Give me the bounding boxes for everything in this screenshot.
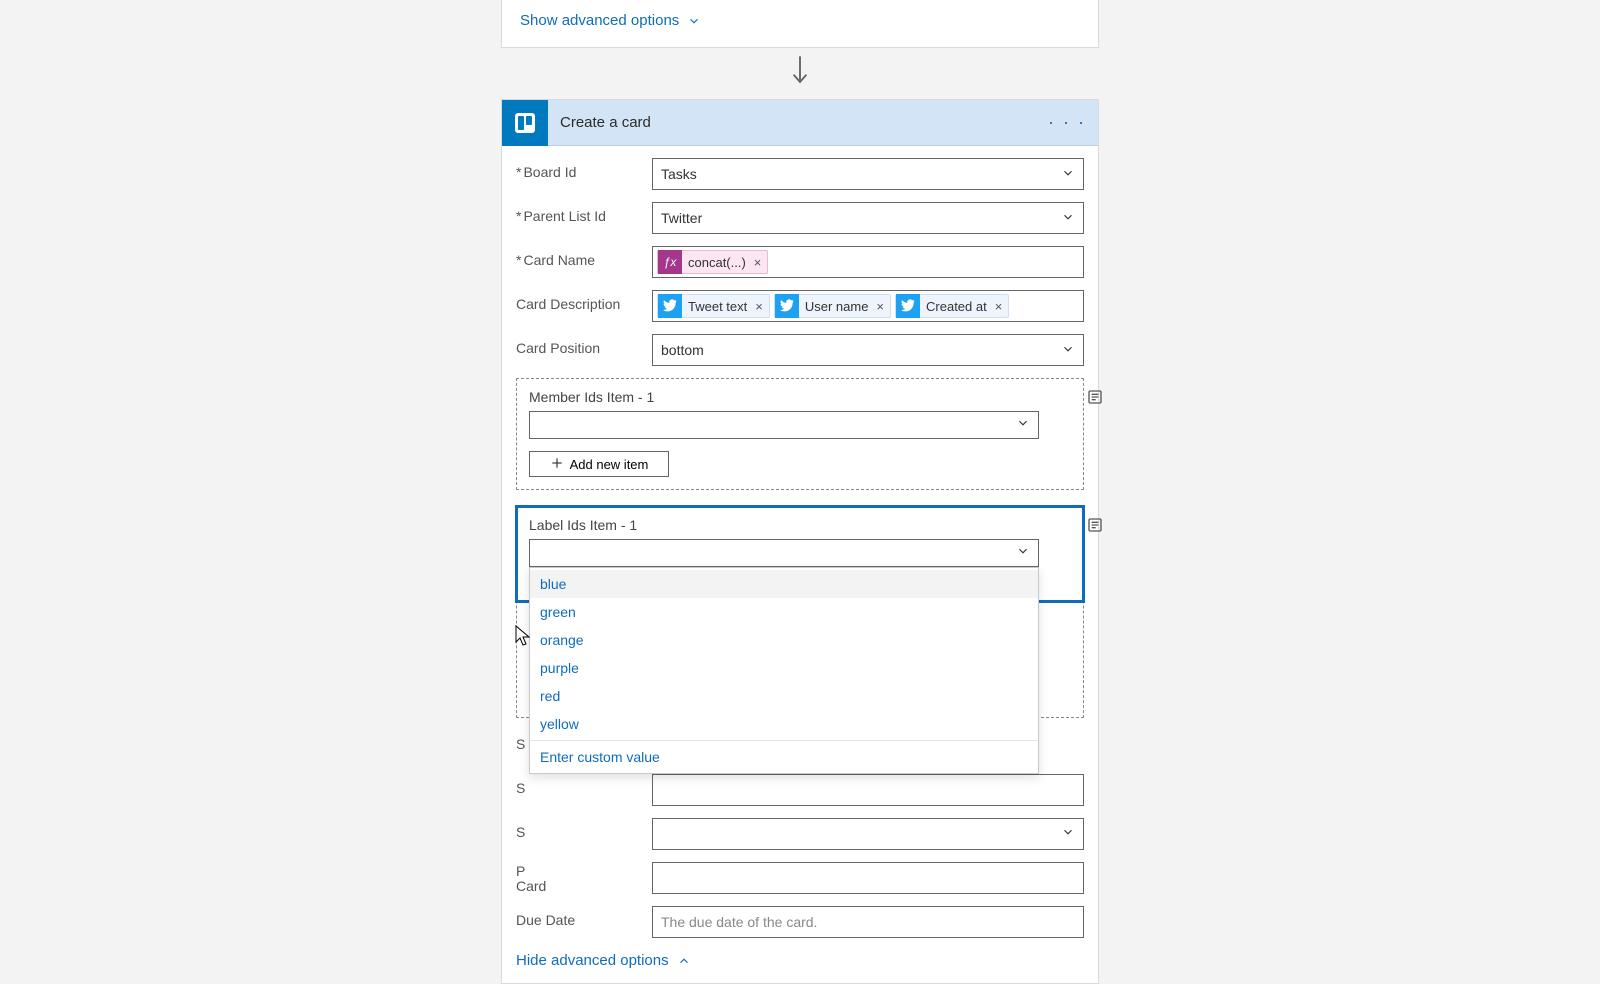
add-item-label: Add new item — [570, 457, 649, 472]
chevron-down-icon — [1061, 166, 1075, 183]
option-blue[interactable]: blue — [530, 570, 1038, 598]
created-at-token[interactable]: Created at × — [895, 294, 1009, 318]
remove-token-icon[interactable]: × — [993, 299, 1005, 314]
plus-icon — [550, 456, 564, 473]
remove-token-icon[interactable]: × — [753, 299, 765, 314]
obscured-field-label: S — [516, 818, 644, 850]
option-red[interactable]: red — [530, 682, 1038, 710]
card-position-dropdown[interactable]: bottom — [652, 334, 1084, 366]
card-position-label: Card Position — [516, 334, 644, 366]
chevron-down-icon — [1061, 825, 1075, 844]
previous-card-input[interactable] — [652, 862, 1084, 894]
member-ids-label: Member Ids Item - 1 — [529, 389, 1071, 405]
twitter-icon — [658, 294, 682, 318]
parent-list-dropdown[interactable]: Twitter — [652, 202, 1084, 234]
hide-advanced-toggle[interactable]: Hide advanced options — [502, 952, 1098, 983]
label-ids-options-panel: blue green orange purple red yellow Ente… — [529, 567, 1039, 774]
action-card: Create a card · · · Board Id Tasks Paren… — [501, 99, 1099, 984]
action-title: Create a card — [548, 114, 651, 131]
user-name-token[interactable]: User name × — [774, 294, 891, 318]
trello-icon — [502, 100, 548, 146]
option-custom-value[interactable]: Enter custom value — [530, 740, 1038, 771]
due-date-input[interactable]: The due date of the card. — [652, 906, 1084, 938]
token-text: Created at — [924, 299, 989, 314]
switch-array-mode-icon[interactable] — [1085, 515, 1105, 535]
chevron-down-icon — [1016, 416, 1030, 435]
board-id-value: Tasks — [661, 166, 697, 182]
label-ids-label: Label Ids Item - 1 — [529, 517, 1071, 533]
flow-arrow-icon — [0, 54, 1600, 93]
due-date-placeholder: The due date of the card. — [661, 914, 817, 930]
obscured-field-label: S — [516, 774, 644, 806]
twitter-icon — [896, 294, 920, 318]
token-text: User name — [803, 299, 871, 314]
option-yellow[interactable]: yellow — [530, 710, 1038, 738]
remove-token-icon[interactable]: × — [752, 255, 764, 270]
option-green[interactable]: green — [530, 598, 1038, 626]
fx-token-concat[interactable]: ƒx concat(...) × — [657, 250, 768, 274]
card-desc-label: Card Description — [516, 290, 644, 322]
board-id-label: Board Id — [516, 158, 644, 190]
fx-token-text: concat(...) — [686, 255, 748, 270]
card-position-value: bottom — [661, 342, 704, 358]
tweet-text-token[interactable]: Tweet text × — [657, 294, 770, 318]
option-purple[interactable]: purple — [530, 654, 1038, 682]
chevron-down-icon — [1061, 210, 1075, 227]
show-advanced-label: Show advanced options — [520, 12, 679, 29]
parent-list-value: Twitter — [661, 210, 702, 226]
parent-list-label: Parent List Id — [516, 202, 644, 234]
card-name-input[interactable]: ƒx concat(...) × — [652, 246, 1084, 278]
action-menu-button[interactable]: · · · — [1048, 112, 1086, 133]
switch-array-mode-icon[interactable] — [1085, 387, 1105, 407]
add-new-item-button[interactable]: Add new item — [529, 451, 669, 477]
label-ids-dropdown[interactable] — [529, 539, 1039, 567]
option-orange[interactable]: orange — [530, 626, 1038, 654]
fx-icon: ƒx — [658, 250, 682, 274]
card-desc-input[interactable]: Tweet text × User name × Created at × — [652, 290, 1084, 322]
chevron-down-icon — [1061, 342, 1075, 359]
token-text: Tweet text — [686, 299, 749, 314]
remove-token-icon[interactable]: × — [874, 299, 886, 314]
card-name-label: Card Name — [516, 246, 644, 278]
obscured-two-line-label: P Card — [516, 862, 644, 894]
due-date-label: Due Date — [516, 906, 644, 938]
twitter-icon — [775, 294, 799, 318]
action-header[interactable]: Create a card · · · — [502, 100, 1098, 146]
show-advanced-toggle[interactable]: Show advanced options — [502, 8, 1098, 29]
chevron-down-icon — [1016, 544, 1030, 563]
obscured-dropdown[interactable] — [652, 818, 1084, 850]
hide-advanced-label: Hide advanced options — [516, 952, 669, 969]
board-id-dropdown[interactable]: Tasks — [652, 158, 1084, 190]
obscured-text-input[interactable] — [652, 774, 1084, 806]
member-ids-dropdown[interactable] — [529, 411, 1039, 439]
chevron-down-icon — [687, 14, 701, 28]
chevron-up-icon — [677, 954, 691, 968]
